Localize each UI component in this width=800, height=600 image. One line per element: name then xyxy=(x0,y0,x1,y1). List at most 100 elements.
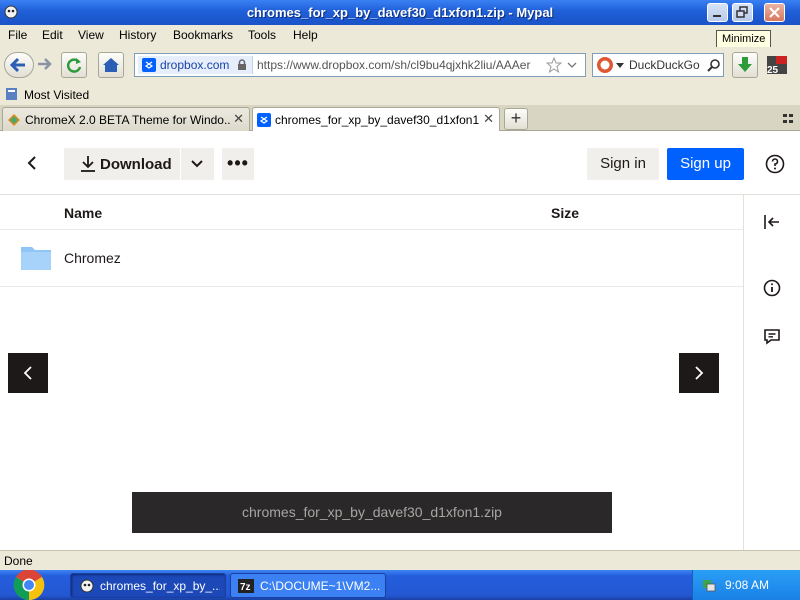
next-file-button[interactable] xyxy=(679,353,719,393)
column-header-name[interactable]: Name xyxy=(64,205,102,221)
list-all-tabs-icon[interactable] xyxy=(783,113,795,125)
search-placeholder: DuckDuckGo xyxy=(629,58,700,72)
maximize-button[interactable] xyxy=(732,3,753,22)
url-text: https://www.dropbox.com/sh/cl9bu4qjxhk2l… xyxy=(257,58,531,72)
taskbar-item-7zip[interactable]: 7z C:\DOCUME~1\VM2... xyxy=(230,573,386,598)
info-icon[interactable] xyxy=(760,276,784,300)
address-bar[interactable]: dropbox.com https://www.dropbox.com/sh/c… xyxy=(134,53,586,77)
tab-dropbox[interactable]: chromes_for_xp_by_davef30_d1xfon1.... ✕ xyxy=(252,107,500,132)
window-titlebar: chromes_for_xp_by_davef30_d1xfon1.zip - … xyxy=(0,0,800,25)
tab-close-icon[interactable]: ✕ xyxy=(483,111,494,127)
back-button[interactable] xyxy=(4,52,34,78)
menu-bookmarks[interactable]: Bookmarks xyxy=(173,28,233,42)
taskbar: chromes_for_xp_by_... 7z C:\DOCUME~1\VM2… xyxy=(0,570,800,600)
bookmark-folder-icon xyxy=(6,88,17,100)
lock-icon xyxy=(238,59,246,70)
download-arrow-icon xyxy=(738,57,752,72)
sidebar-divider xyxy=(743,194,744,550)
svg-text:7z: 7z xyxy=(240,582,251,593)
site-identity[interactable]: dropbox.com xyxy=(138,56,253,74)
url-dropdown-icon[interactable] xyxy=(567,57,577,73)
tab-label: chromes_for_xp_by_davef30_d1xfon1.... xyxy=(275,113,480,127)
bookmark-star-icon[interactable] xyxy=(546,57,562,73)
chevron-down-icon xyxy=(191,160,203,168)
close-icon xyxy=(769,7,780,18)
menu-tools[interactable]: Tools xyxy=(248,28,276,42)
tray-network-icon[interactable] xyxy=(701,577,717,593)
file-name: Chromez xyxy=(64,250,121,266)
new-tab-button[interactable]: + xyxy=(504,108,528,130)
navigation-toolbar: dropbox.com https://www.dropbox.com/sh/c… xyxy=(0,47,800,83)
sign-up-button[interactable]: Sign up xyxy=(667,148,744,180)
download-button[interactable]: Download xyxy=(64,148,180,180)
chevron-left-icon xyxy=(23,366,32,380)
help-icon[interactable] xyxy=(764,153,786,175)
addon-button[interactable]: 25 xyxy=(762,52,792,78)
row-divider xyxy=(0,286,743,287)
taskbar-clock: 9:08 AM xyxy=(725,578,770,592)
search-icon[interactable] xyxy=(707,58,721,72)
comment-icon[interactable] xyxy=(760,324,784,348)
page-back-button[interactable] xyxy=(18,149,46,177)
duckduckgo-icon xyxy=(597,57,613,73)
status-text: Done xyxy=(4,554,33,568)
bookmarks-toolbar: Most Visited xyxy=(0,83,800,105)
tab-label: ChromeX 2.0 BETA Theme for Windo... xyxy=(25,113,230,127)
forward-arrow-icon xyxy=(38,58,52,70)
taskbar-item-label: chromes_for_xp_by_... xyxy=(100,579,220,593)
reload-icon xyxy=(66,58,82,73)
collapse-sidebar-icon[interactable] xyxy=(760,210,784,234)
reload-button[interactable] xyxy=(61,52,87,78)
dropbox-tab-favicon-icon xyxy=(257,113,271,127)
more-options-button[interactable]: ••• xyxy=(222,148,254,180)
forward-button[interactable] xyxy=(34,52,56,78)
minimize-button[interactable] xyxy=(707,3,728,22)
taskbar-item-label: C:\DOCUME~1\VM2... xyxy=(260,579,380,593)
mypal-taskbar-icon xyxy=(80,579,94,593)
start-button-chrome-icon[interactable] xyxy=(8,570,50,600)
menu-bar: File Edit View History Bookmarks Tools H… xyxy=(0,25,800,47)
menu-edit[interactable]: Edit xyxy=(42,28,63,42)
window-title: chromes_for_xp_by_davef30_d1xfon1.zip - … xyxy=(246,5,554,20)
dropbox-favicon-icon xyxy=(142,58,156,72)
home-icon xyxy=(103,58,119,72)
search-bar[interactable]: DuckDuckGo xyxy=(592,53,724,77)
home-button[interactable] xyxy=(98,52,124,78)
close-window-button[interactable] xyxy=(764,3,785,22)
sign-in-button[interactable]: Sign in xyxy=(587,148,659,180)
menu-help[interactable]: Help xyxy=(293,28,318,42)
menu-file[interactable]: File xyxy=(8,28,27,42)
tab-chromex[interactable]: ChromeX 2.0 BETA Theme for Windo... ✕ xyxy=(2,107,250,131)
download-button-group: Download xyxy=(64,148,214,180)
most-visited-link[interactable]: Most Visited xyxy=(24,88,89,102)
system-tray: 9:08 AM xyxy=(692,570,800,600)
dropbox-page: Download ••• Sign in Sign up Name Size C… xyxy=(0,131,800,550)
file-name-banner: chromes_for_xp_by_davef30_d1xfon1.zip xyxy=(132,492,612,533)
previous-file-button[interactable] xyxy=(8,353,48,393)
download-icon xyxy=(81,156,95,172)
menu-history[interactable]: History xyxy=(119,28,156,42)
deviantart-favicon-icon xyxy=(8,114,20,126)
more-dots-icon: ••• xyxy=(227,153,249,173)
chevron-right-icon xyxy=(695,366,704,380)
folder-icon xyxy=(21,247,51,270)
back-arrow-icon xyxy=(9,57,25,73)
header-divider xyxy=(0,194,800,195)
tab-strip: ChromeX 2.0 BETA Theme for Windo... ✕ ch… xyxy=(0,105,800,132)
7zip-icon: 7z xyxy=(238,579,254,593)
minimize-icon xyxy=(713,15,721,17)
taskbar-item-browser[interactable]: chromes_for_xp_by_... xyxy=(70,573,226,598)
status-bar: Done xyxy=(0,550,800,570)
file-row[interactable]: Chromez xyxy=(0,230,743,286)
search-engine-dropdown-icon[interactable] xyxy=(616,62,624,70)
download-options-button[interactable] xyxy=(180,148,214,180)
addon-badge: 25 xyxy=(767,65,779,76)
restore-icon xyxy=(736,6,748,18)
column-header-size[interactable]: Size xyxy=(551,205,579,221)
tab-close-icon[interactable]: ✕ xyxy=(233,111,244,127)
chevron-left-icon xyxy=(27,156,36,170)
menu-view[interactable]: View xyxy=(78,28,104,42)
download-label: Download xyxy=(100,156,172,173)
site-label: dropbox.com xyxy=(160,58,230,72)
downloads-button[interactable] xyxy=(732,52,758,78)
